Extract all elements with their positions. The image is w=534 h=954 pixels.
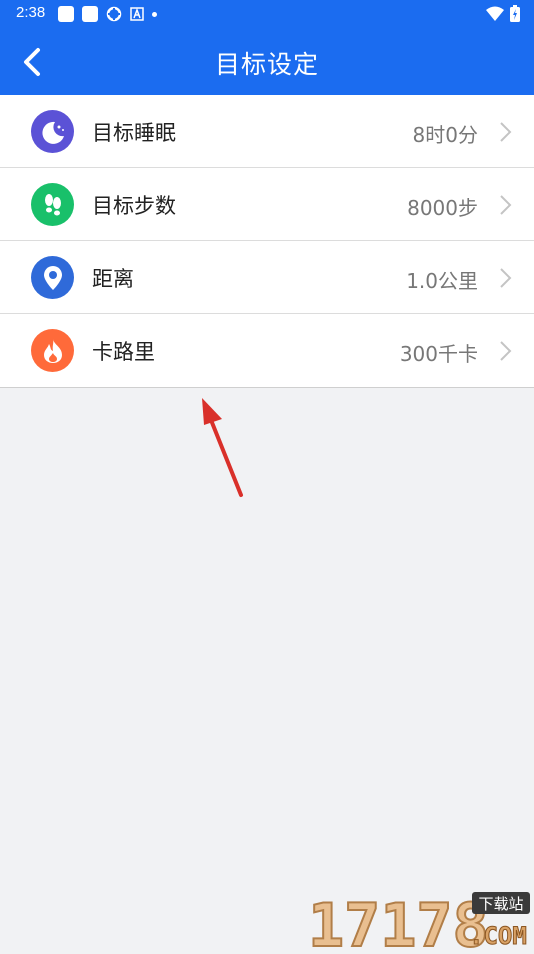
- flame-icon: [31, 329, 74, 372]
- goal-label: 目标睡眠: [92, 121, 176, 145]
- goal-value: 300千卡: [399, 342, 478, 366]
- footprints-icon: [31, 183, 74, 226]
- chevron-right-icon: [500, 341, 512, 361]
- goal-row-calories[interactable]: 卡路里 300千卡: [0, 314, 534, 388]
- goal-value: 1.0公里: [406, 269, 478, 293]
- moon-icon: [31, 110, 74, 153]
- system-status-icons: [486, 5, 520, 22]
- goal-value: 8时0分: [412, 123, 478, 147]
- goal-list: 目标睡眠 8时0分 目标步数 8000步 距离 1.0公里 卡路里 300千卡: [0, 95, 534, 388]
- status-time: 2:38: [16, 4, 46, 21]
- battery-charging-icon: [510, 5, 520, 22]
- wifi-icon: [486, 6, 504, 21]
- watermark-number: 17178: [308, 891, 489, 950]
- sync-icon: [106, 6, 122, 22]
- goal-row-distance[interactable]: 距离 1.0公里: [0, 241, 534, 314]
- notification-app-icon: [82, 6, 98, 22]
- chevron-right-icon: [500, 195, 512, 215]
- page-title: 目标设定: [214, 50, 319, 79]
- goal-row-sleep[interactable]: 目标睡眠 8时0分: [0, 95, 534, 168]
- app-bar: 目标设定: [0, 28, 534, 95]
- location-pin-icon: [31, 256, 74, 299]
- annotation-arrow: [202, 398, 243, 497]
- watermark-domain: .COM: [469, 922, 527, 950]
- notification-app-icon: [58, 6, 74, 22]
- goal-label: 卡路里: [92, 340, 155, 364]
- goal-row-steps[interactable]: 目标步数 8000步: [0, 168, 534, 241]
- more-notifications-dot: [152, 11, 157, 17]
- goal-value: 8000步: [407, 196, 478, 220]
- font-icon: [130, 7, 144, 21]
- status-bar: 2:38: [0, 0, 534, 28]
- watermark-tag: 下载站: [478, 895, 523, 913]
- site-watermark: 17178 下载站 .COM: [307, 888, 532, 954]
- chevron-right-icon: [500, 268, 512, 288]
- goal-label: 目标步数: [92, 194, 176, 218]
- chevron-right-icon: [500, 122, 512, 142]
- goal-label: 距离: [92, 267, 134, 291]
- notification-icons: [58, 6, 157, 22]
